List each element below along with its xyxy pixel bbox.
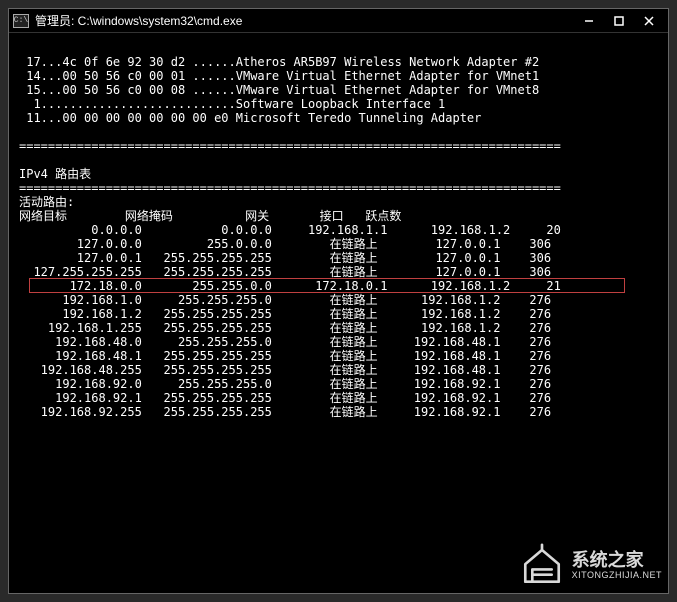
cmd-icon: C:\ — [13, 14, 29, 28]
divider-line: ========================================… — [19, 139, 561, 153]
route-row: 127.255.255.255 255.255.255.255 在链路上 127… — [19, 265, 658, 279]
header-metric: 跃点数 — [365, 209, 401, 223]
adapter-row: 15...00 50 56 c0 00 08 ......VMware Virt… — [19, 83, 658, 97]
adapter-list: 17...4c 0f 6e 92 30 d2 ......Atheros AR5… — [19, 55, 658, 125]
route-row: 127.0.0.0 255.0.0.0 在链路上 127.0.0.1 306 — [19, 237, 658, 251]
route-row: 192.168.92.0 255.255.255.0 在链路上 192.168.… — [19, 377, 658, 391]
route-row: 192.168.48.255 255.255.255.255 在链路上 192.… — [19, 363, 658, 377]
watermark-sub: XITONGZHIJIA.NET — [572, 570, 662, 581]
header-gateway: 网关 — [245, 209, 269, 223]
route-row: 192.168.1.0 255.255.255.0 在链路上 192.168.1… — [19, 293, 658, 307]
section-title: IPv4 路由表 — [19, 167, 91, 181]
titlebar[interactable]: C:\ 管理员: C:\windows\system32\cmd.exe — [9, 9, 668, 33]
cmd-window: C:\ 管理员: C:\windows\system32\cmd.exe 17.… — [8, 8, 669, 594]
route-row: 0.0.0.0 0.0.0.0 192.168.1.1 192.168.1.2 … — [19, 223, 658, 237]
route-row: 192.168.92.1 255.255.255.255 在链路上 192.16… — [19, 391, 658, 405]
terminal-output[interactable]: 17...4c 0f 6e 92 30 d2 ......Atheros AR5… — [9, 33, 668, 455]
header-iface: 接口 — [320, 209, 344, 223]
watermark: 系统之家 XITONGZHIJIA.NET — [520, 543, 662, 587]
route-row: 192.168.1.255 255.255.255.255 在链路上 192.1… — [19, 321, 658, 335]
window-controls — [574, 10, 664, 32]
divider-line: ========================================… — [19, 181, 561, 195]
watermark-main: 系统之家 — [572, 550, 662, 570]
route-row: 172.18.0.0 255.255.0.0 172.18.0.1 192.16… — [19, 279, 658, 293]
cmd-icon-label: C:\ — [14, 16, 28, 25]
window-title: 管理员: C:\windows\system32\cmd.exe — [35, 12, 574, 29]
header-mask: 网络掩码 — [125, 209, 173, 223]
adapter-row: 11...00 00 00 00 00 00 00 e0 Microsoft T… — [19, 111, 658, 125]
house-icon — [520, 543, 564, 587]
route-row: 192.168.92.255 255.255.255.255 在链路上 192.… — [19, 405, 658, 419]
route-table: 0.0.0.0 0.0.0.0 192.168.1.1 192.168.1.2 … — [19, 223, 658, 419]
adapter-row: 17...4c 0f 6e 92 30 d2 ......Atheros AR5… — [19, 55, 658, 69]
maximize-button[interactable] — [604, 10, 634, 32]
header-dest: 网络目标 — [19, 209, 67, 223]
close-button[interactable] — [634, 10, 664, 32]
adapter-row: 14...00 50 56 c0 00 01 ......VMware Virt… — [19, 69, 658, 83]
route-row: 127.0.0.1 255.255.255.255 在链路上 127.0.0.1… — [19, 251, 658, 265]
adapter-row: 1...........................Software Loo… — [19, 97, 658, 111]
active-routes-label: 活动路由: — [19, 195, 74, 209]
watermark-text: 系统之家 XITONGZHIJIA.NET — [572, 550, 662, 581]
route-row: 192.168.48.1 255.255.255.255 在链路上 192.16… — [19, 349, 658, 363]
minimize-button[interactable] — [574, 10, 604, 32]
route-row: 192.168.48.0 255.255.255.0 在链路上 192.168.… — [19, 335, 658, 349]
route-row: 192.168.1.2 255.255.255.255 在链路上 192.168… — [19, 307, 658, 321]
